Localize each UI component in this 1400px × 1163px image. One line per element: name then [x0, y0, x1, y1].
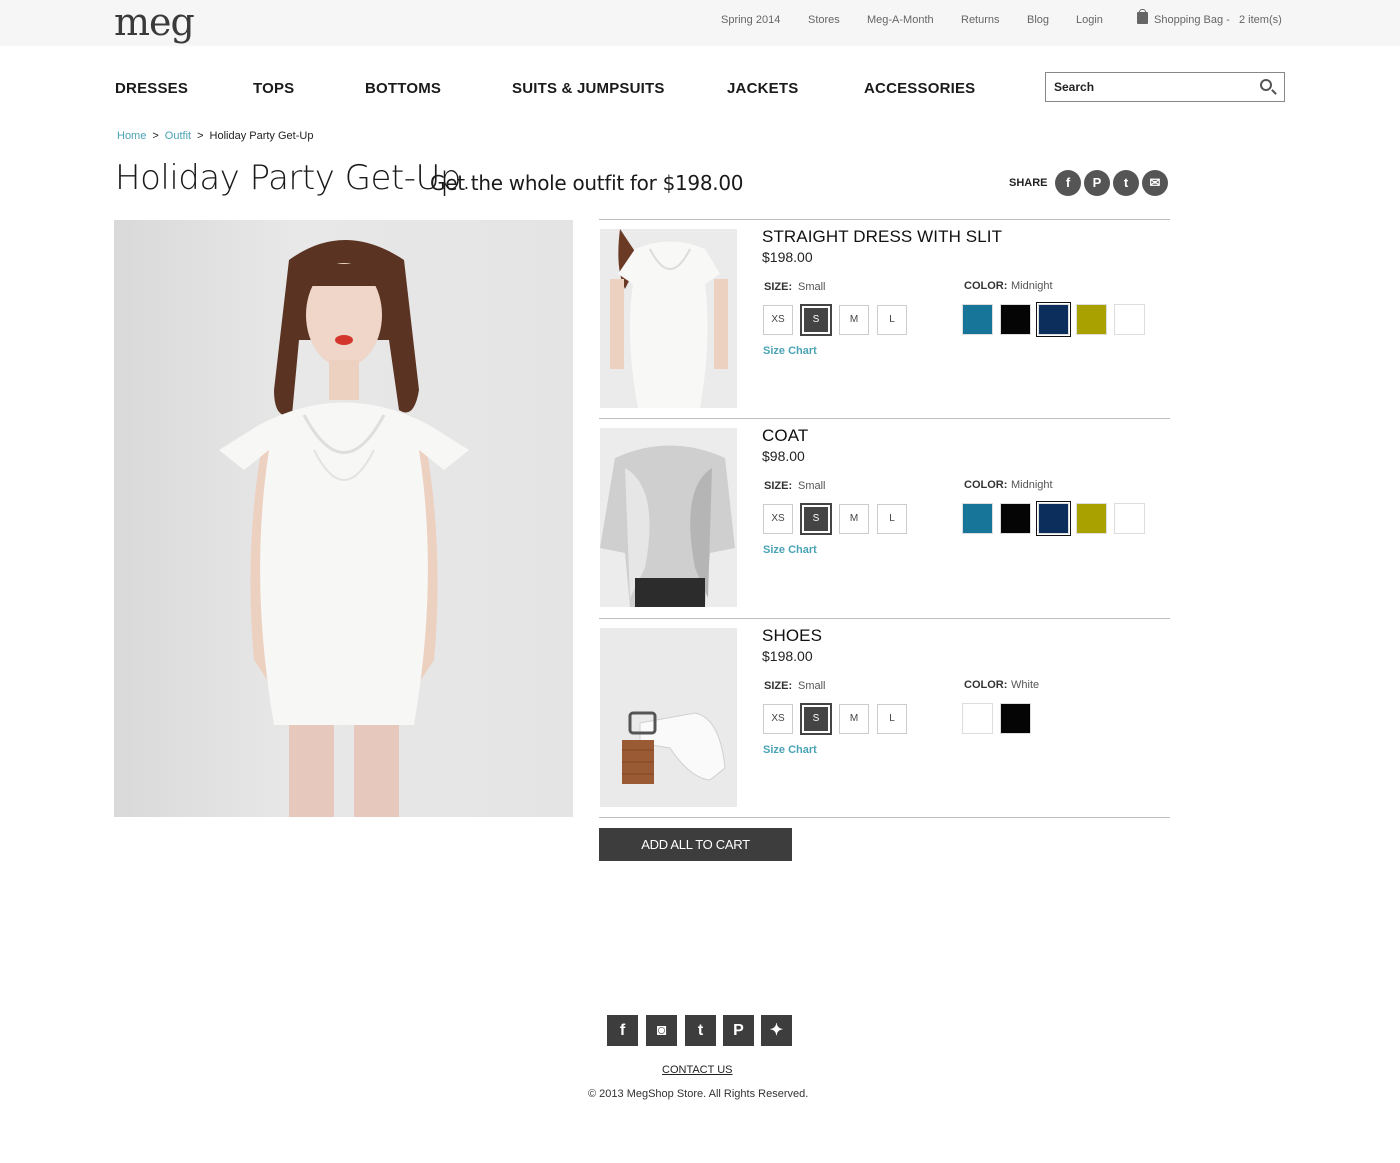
- email-icon[interactable]: ✉: [1142, 170, 1168, 196]
- link-spring-2014[interactable]: Spring 2014: [721, 14, 780, 26]
- top-bar: meg Spring 2014 Stores Meg-A-Month Retur…: [0, 0, 1400, 46]
- product-thumbnail-dress[interactable]: [600, 229, 737, 408]
- color-swatch-black[interactable]: [1000, 503, 1031, 534]
- search-input[interactable]: [1054, 79, 1254, 95]
- search-box: [1045, 72, 1285, 102]
- logo[interactable]: meg: [114, 2, 195, 42]
- breadcrumb-current: Holiday Party Get-Up: [209, 130, 314, 142]
- nav-bottoms[interactable]: BOTTOMS: [365, 80, 441, 97]
- footer-pinterest-icon[interactable]: P: [723, 1015, 754, 1046]
- color-swatch-olive[interactable]: [1076, 304, 1107, 335]
- color-value: Midnight: [1011, 479, 1053, 491]
- page-title: Holiday Party Get-Up.: [115, 158, 472, 198]
- size-option-m[interactable]: M: [839, 305, 869, 335]
- breadcrumb: Home > Outfit > Holiday Party Get-Up: [117, 130, 313, 142]
- size-option-xs[interactable]: XS: [763, 704, 793, 734]
- shopping-bag-icon[interactable]: [1137, 9, 1148, 24]
- search-icon[interactable]: [1260, 79, 1272, 91]
- product-row: SHOES $198.00 SIZE: Small COLOR: White X…: [599, 618, 1170, 816]
- size-chart-link[interactable]: Size Chart: [763, 345, 817, 357]
- link-login[interactable]: Login: [1076, 14, 1103, 26]
- product-row: STRAIGHT DRESS WITH SLIT $198.00 SIZE: S…: [599, 219, 1170, 417]
- product-thumbnail-coat[interactable]: [600, 428, 737, 607]
- size-option-s[interactable]: S: [800, 503, 832, 535]
- size-label: SIZE:: [764, 680, 793, 692]
- pinterest-icon[interactable]: P: [1084, 170, 1110, 196]
- size-option-s[interactable]: S: [800, 304, 832, 336]
- color-swatch-black[interactable]: [1000, 304, 1031, 335]
- product-name[interactable]: COAT: [762, 426, 808, 446]
- size-option-s[interactable]: S: [800, 703, 832, 735]
- twitter-icon[interactable]: t: [1113, 170, 1139, 196]
- breadcrumb-separator: >: [197, 130, 204, 142]
- link-meg-a-month[interactable]: Meg-A-Month: [867, 14, 934, 26]
- color-label: COLOR:: [964, 679, 1008, 691]
- link-shopping-bag[interactable]: Shopping Bag -: [1154, 14, 1230, 26]
- size-value: Small: [798, 680, 826, 692]
- product-row: COAT $98.00 SIZE: Small COLOR: Midnight …: [599, 418, 1170, 616]
- footer-instagram-icon[interactable]: ◙: [646, 1015, 677, 1046]
- color-swatch-white[interactable]: [1114, 304, 1145, 335]
- color-swatch-black[interactable]: [1000, 703, 1031, 734]
- nav-tops[interactable]: TOPS: [253, 80, 294, 97]
- product-price: $198.00: [762, 249, 813, 265]
- footer-facebook-icon[interactable]: f: [607, 1015, 638, 1046]
- page-subtitle: Get the whole outfit for $198.00: [430, 171, 744, 195]
- size-option-l[interactable]: L: [877, 704, 907, 734]
- size-option-xs[interactable]: XS: [763, 504, 793, 534]
- color-swatch-midnight[interactable]: [1036, 501, 1071, 536]
- size-label: SIZE:: [764, 480, 793, 492]
- divider: [599, 817, 1170, 818]
- add-all-to-cart-button[interactable]: ADD ALL TO CART: [599, 828, 792, 861]
- footer-tumblr-icon[interactable]: t: [685, 1015, 716, 1046]
- color-swatch-teal[interactable]: [962, 503, 993, 534]
- color-swatch-white[interactable]: [1114, 503, 1145, 534]
- color-value: White: [1011, 679, 1040, 691]
- size-option-xs[interactable]: XS: [763, 305, 793, 335]
- color-swatch-white[interactable]: [962, 703, 993, 734]
- color-label: COLOR:: [964, 280, 1008, 292]
- size-option-l[interactable]: L: [877, 504, 907, 534]
- product-name[interactable]: STRAIGHT DRESS WITH SLIT: [762, 227, 1002, 247]
- product-price: $198.00: [762, 648, 813, 664]
- link-blog[interactable]: Blog: [1027, 14, 1049, 26]
- color-swatch-teal[interactable]: [962, 304, 993, 335]
- share-label: SHARE: [1009, 177, 1048, 189]
- product-name[interactable]: SHOES: [762, 626, 822, 646]
- size-chart-link[interactable]: Size Chart: [763, 744, 817, 756]
- nav-accessories[interactable]: ACCESSORIES: [864, 80, 975, 97]
- hero-model-image: [114, 220, 573, 817]
- dress-thumbnail-illustration: [600, 229, 737, 408]
- link-stores[interactable]: Stores: [808, 14, 840, 26]
- size-label: SIZE:: [764, 281, 793, 293]
- size-option-m[interactable]: M: [839, 704, 869, 734]
- color-label: COLOR:: [964, 479, 1008, 491]
- breadcrumb-outfit[interactable]: Outfit: [165, 130, 191, 142]
- coat-thumbnail-illustration: [600, 428, 737, 607]
- shopping-bag-count[interactable]: 2 item(s): [1239, 14, 1282, 26]
- link-returns[interactable]: Returns: [961, 14, 1000, 26]
- color-swatch-olive[interactable]: [1076, 503, 1107, 534]
- color-swatch-midnight[interactable]: [1036, 302, 1071, 337]
- shoe-thumbnail-illustration: [600, 628, 737, 807]
- footer-twitter-icon[interactable]: ✦: [761, 1015, 792, 1046]
- size-option-l[interactable]: L: [877, 305, 907, 335]
- size-value: Small: [798, 480, 826, 492]
- nav-dresses[interactable]: DRESSES: [115, 80, 188, 97]
- facebook-icon[interactable]: f: [1055, 170, 1081, 196]
- product-thumbnail-shoes[interactable]: [600, 628, 737, 807]
- nav-jackets[interactable]: JACKETS: [727, 80, 798, 97]
- product-price: $98.00: [762, 448, 805, 464]
- size-chart-link[interactable]: Size Chart: [763, 544, 817, 556]
- size-value: Small: [798, 281, 826, 293]
- contact-us-link[interactable]: CONTACT US: [662, 1064, 733, 1076]
- breadcrumb-home[interactable]: Home: [117, 130, 146, 142]
- nav-suits-jumpsuits[interactable]: SUITS & JUMPSUITS: [512, 80, 665, 97]
- color-value: Midnight: [1011, 280, 1053, 292]
- copyright-text: © 2013 MegShop Store. All Rights Reserve…: [588, 1088, 809, 1100]
- breadcrumb-separator: >: [152, 130, 159, 142]
- size-option-m[interactable]: M: [839, 504, 869, 534]
- hero-model-illustration: [219, 240, 469, 817]
